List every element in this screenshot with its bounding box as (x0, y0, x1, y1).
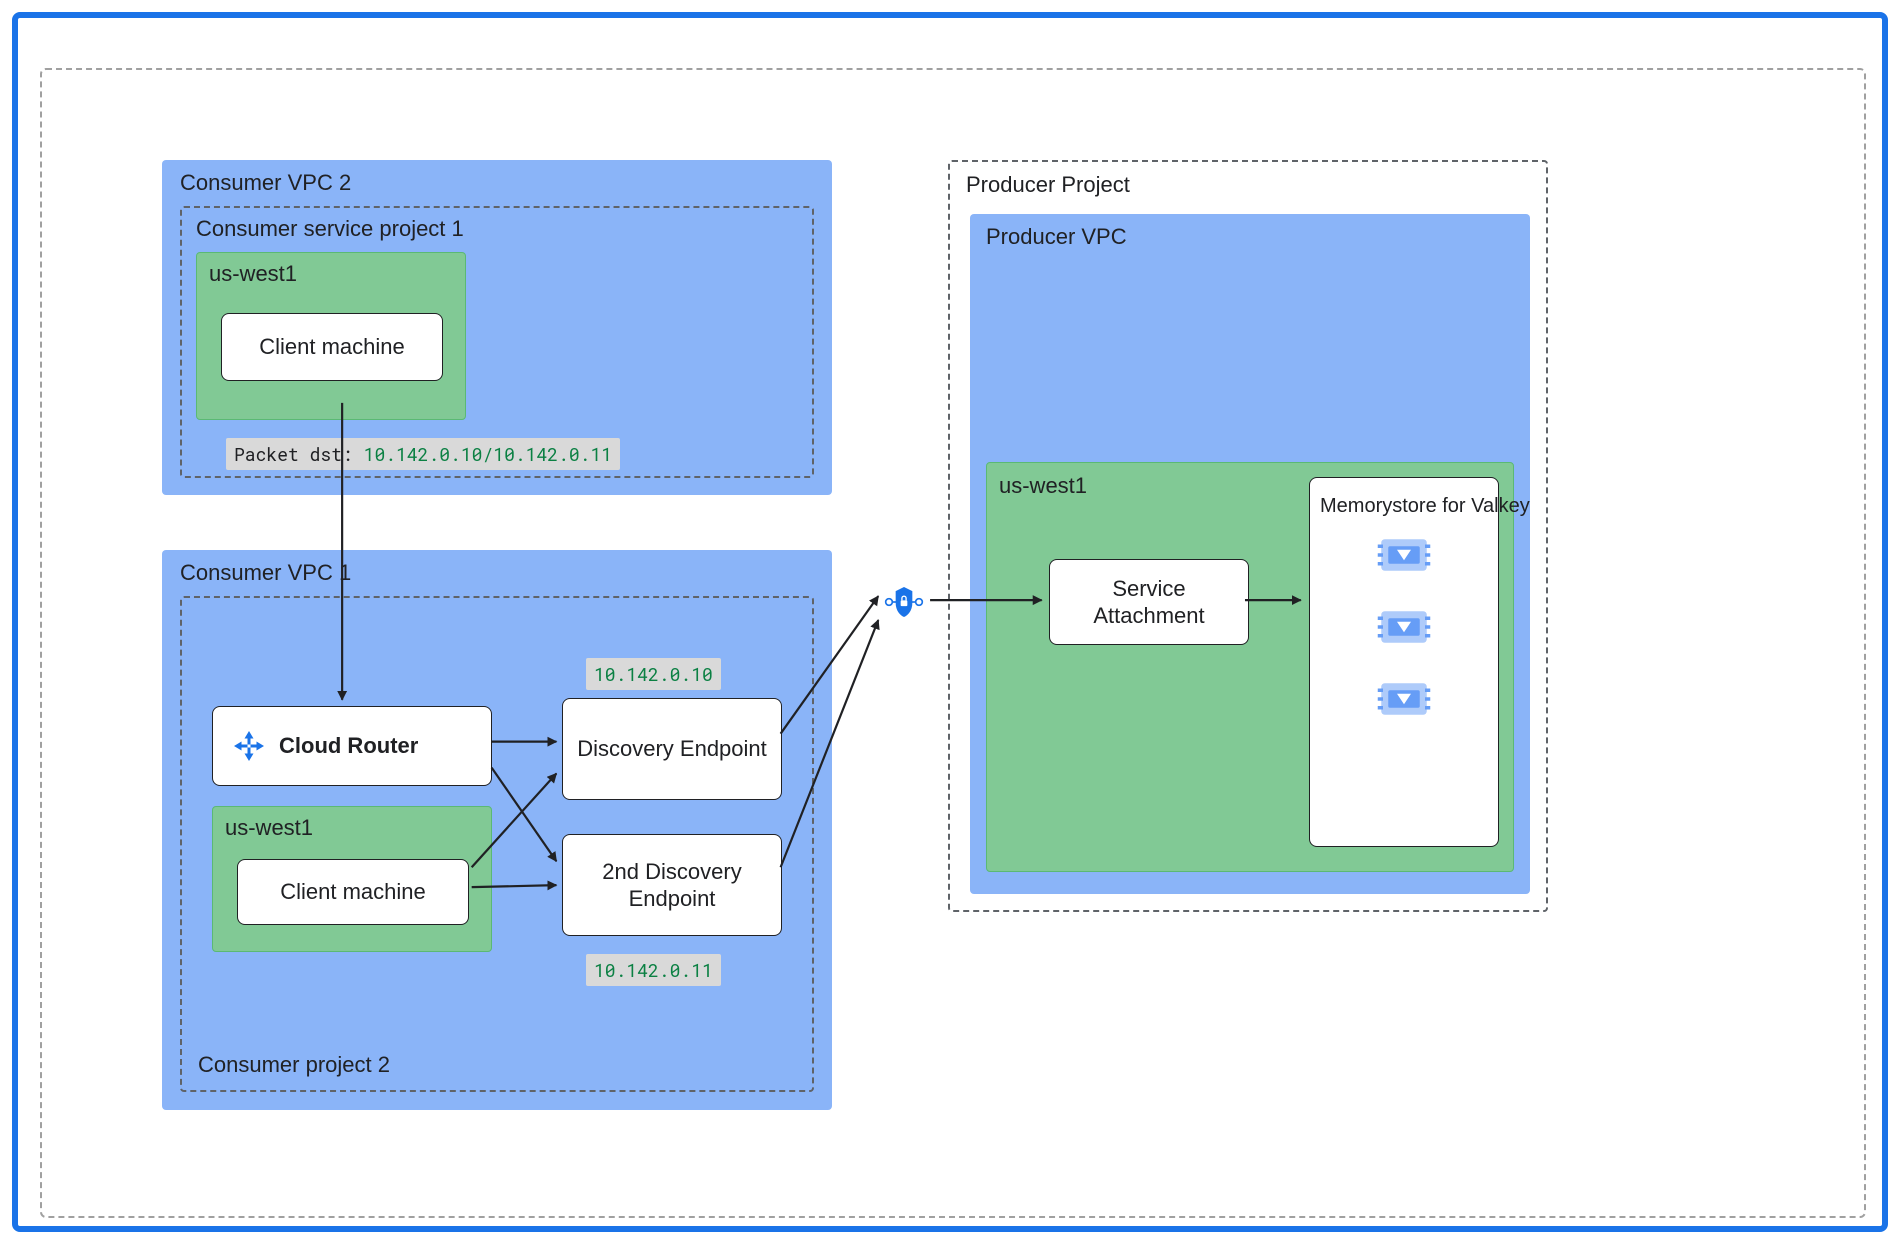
producer-region: us-west1 Service Attachment Memorystore … (986, 462, 1514, 872)
client-machine-2-label: Client machine (280, 878, 426, 906)
logo-bold: Google (44, 26, 137, 57)
consumer-vpc1-title: Consumer VPC 1 (180, 560, 351, 586)
memorystore-title: Memorystore for Valkey (1320, 494, 1488, 519)
discovery-endpoint-label: Discovery Endpoint (577, 735, 767, 763)
client-machine-2: Client machine (237, 859, 469, 925)
memorystore-icon (1376, 605, 1432, 649)
consumer-project2-title: Consumer project 2 (198, 1052, 390, 1078)
consumer-vpc1-region: us-west1 Client machine (212, 806, 492, 952)
second-discovery-endpoint-label: 2nd Discovery Endpoint (573, 858, 771, 913)
memorystore-for-valkey: Memorystore for Valkey (1309, 477, 1499, 847)
ep1-ip-chip: 10.142.0.10 (586, 658, 721, 690)
logo-rest: Cloud (145, 26, 218, 57)
service-attachment-label: Service Attachment (1060, 575, 1238, 630)
service-attachment: Service Attachment (1049, 559, 1249, 645)
second-discovery-endpoint: 2nd Discovery Endpoint (562, 834, 782, 936)
ep2-ip-chip: 10.142.0.11 (586, 954, 721, 986)
consumer-vpc1-region-label: us-west1 (225, 815, 313, 841)
consumer-vpc2-region-label: us-west1 (209, 261, 297, 287)
consumer-vpc2-region: us-west1 Client machine (196, 252, 466, 420)
cloud-router-icon (231, 728, 267, 764)
packet-dst-value: 10.142.0.10/10.142.0.11 (364, 442, 612, 466)
packet-dst-key: Packet dst: (234, 442, 353, 466)
diagram-canvas: Consumer VPC 2 Consumer service project … (40, 68, 1866, 1218)
producer-vpc: Producer VPC us-west1 Service Attachment… (970, 214, 1530, 894)
consumer-vpc2-title: Consumer VPC 2 (180, 170, 351, 196)
memorystore-icon (1376, 533, 1432, 577)
consumer-project-2: Cloud Router us-west1 Client machine 10.… (180, 596, 814, 1092)
google-cloud-logo: Google Cloud (44, 26, 218, 58)
client-machine-1-label: Client machine (259, 333, 405, 361)
consumer-project1-title: Consumer service project 1 (196, 216, 464, 242)
consumer-service-project-1: Consumer service project 1 us-west1 Clie… (180, 206, 814, 478)
producer-vpc-title: Producer VPC (986, 224, 1127, 250)
private-service-connect-icon (884, 580, 924, 624)
cloud-router-label: Cloud Router (279, 732, 418, 760)
google-cloud-frame: Google Cloud Consumer VPC 2 Consumer ser… (12, 12, 1888, 1232)
producer-project-title: Producer Project (966, 172, 1130, 198)
client-machine-1: Client machine (221, 313, 443, 381)
consumer-vpc-2: Consumer VPC 2 Consumer service project … (162, 160, 832, 495)
packet-dst-chip: Packet dst: 10.142.0.10/10.142.0.11 (226, 438, 620, 470)
discovery-endpoint: Discovery Endpoint (562, 698, 782, 800)
producer-region-label: us-west1 (999, 473, 1087, 499)
memorystore-icon (1376, 677, 1432, 721)
consumer-vpc-1: Consumer VPC 1 Cloud Router (162, 550, 832, 1110)
cloud-router-card: Cloud Router (212, 706, 492, 786)
producer-project: Producer Project Producer VPC us-west1 S… (948, 160, 1548, 912)
memorystore-instances (1320, 533, 1488, 721)
